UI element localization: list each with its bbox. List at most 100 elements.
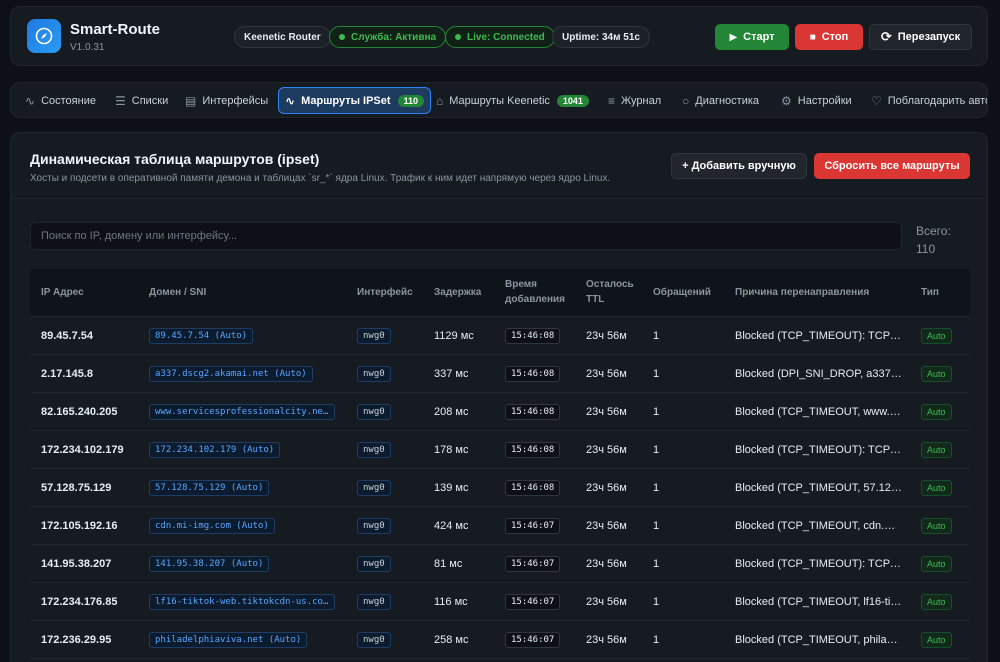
ipset-panel: Динамическая таблица маршрутов (ipset) Х…: [10, 132, 988, 662]
interface-tag: nwg0: [357, 518, 391, 534]
tab-diagnostics[interactable]: ○ Диагностика: [676, 87, 765, 114]
server-icon: ▤: [185, 93, 197, 108]
tab-status[interactable]: ∿ Состояние: [19, 87, 102, 114]
tab-ipset-routes[interactable]: ∿ Маршруты IPSet 110: [278, 87, 432, 114]
latency-cell-container: 337 мс: [434, 355, 468, 393]
ip-cell: 57.128.75.129: [41, 482, 112, 494]
interface-tag: nwg0: [357, 556, 391, 572]
table-row[interactable]: 89.45.7.54 89.45.7.54 (Auto) nwg0 1129 мс 15…: [30, 317, 970, 355]
tab-settings[interactable]: ⚙ Настройки: [775, 87, 858, 114]
hits-cell: 1: [653, 406, 660, 418]
reason-cell-container: Blocked (TCP_TIMEOUT, 57.128.75.129): [735, 469, 903, 507]
table-row[interactable]: 141.95.38.207 141.95.38.207 (Auto) nwg0 81 …: [30, 545, 970, 583]
hits-cell-container: 1: [653, 545, 659, 583]
app-title: Smart-Route: [70, 21, 161, 38]
latency-cell: 1129 мс: [434, 330, 474, 342]
latency-cell-container: 424 мс: [434, 507, 468, 545]
tab-interfaces[interactable]: ▤ Интерфейсы: [179, 87, 274, 114]
tab-log[interactable]: ≡ Журнал: [602, 87, 667, 114]
latency-cell-container: 116 мс: [434, 583, 468, 621]
domain-tag-container: a337.dscg2.akamai.net (Auto): [149, 355, 313, 393]
app-version: V1.0.31: [70, 42, 105, 53]
hits-cell: 1: [653, 444, 660, 456]
stop-button[interactable]: ■ Стоп: [795, 24, 863, 50]
latency-cell: 258 мс: [434, 634, 469, 646]
list-icon: ☰: [115, 93, 126, 108]
col-interface: Интерфейс: [357, 287, 413, 298]
reason-cell-container: Blocked (TCP_TIMEOUT, cdn.mi-img.com): [735, 507, 903, 545]
hits-cell: 1: [653, 330, 660, 342]
table-row[interactable]: 2.17.145.8 a337.dscg2.akamai.net (Auto) nw…: [30, 355, 970, 393]
uptime-badge: Uptime: 34м 51с: [552, 26, 650, 48]
hits-cell-container: 1: [653, 393, 659, 431]
reason-cell-container: Blocked (TCP_TIMEOUT): TCP connect timeo…: [735, 317, 903, 355]
search-icon: ○: [682, 93, 690, 108]
ttl-cell-container: 23ч 56м: [586, 621, 627, 659]
ip-cell-container: 82.165.240.205: [41, 393, 117, 431]
tab-thanks[interactable]: ♡Поблагодарить автора: [865, 87, 987, 114]
table-row[interactable]: 172.236.29.95 philadelphiaviva.net (Auto)…: [30, 621, 970, 659]
add-route-button[interactable]: + Добавить вручную: [671, 153, 807, 179]
ttl-cell-container: 23ч 56м: [586, 469, 627, 507]
tab-lists[interactable]: ☰ Списки: [109, 87, 174, 114]
ttl-cell: 23ч 56м: [586, 558, 627, 570]
domain-tag: 172.234.102.179 (Auto): [149, 442, 281, 458]
type-badge-container: Auto: [921, 317, 952, 355]
reason-cell-container: Blocked (TCP_TIMEOUT, lf16-tiktok-web.ti…: [735, 583, 903, 621]
live-status-badge: Live: Connected: [445, 26, 555, 48]
search-input[interactable]: [30, 222, 902, 250]
interface-tag: nwg0: [357, 594, 391, 610]
domain-tag: philadelphiaviva.net (Auto): [149, 632, 308, 648]
stop-icon: ■: [809, 31, 816, 43]
log-icon: ≡: [608, 93, 616, 108]
col-added: Время добавления: [505, 279, 566, 305]
table-row[interactable]: 57.128.75.129 57.128.75.129 (Auto) nwg0 139…: [30, 469, 970, 507]
domain-tag-container: 141.95.38.207 (Auto): [149, 545, 270, 583]
latency-cell-container: 1129 мс: [434, 317, 474, 355]
latency-cell: 139 мс: [434, 482, 469, 494]
ttl-cell: 23ч 56м: [586, 634, 627, 646]
table-row[interactable]: 172.234.102.179 172.234.102.179 (Auto) nwg…: [30, 431, 970, 469]
domain-tag: 141.95.38.207 (Auto): [149, 556, 270, 572]
type-badge-container: Auto: [921, 545, 952, 583]
reset-routes-button[interactable]: Сбросить все маршруты: [814, 153, 970, 179]
hits-cell: 1: [653, 596, 660, 608]
restart-button[interactable]: ⟳ Перезапуск: [869, 24, 972, 50]
interface-tag-container: nwg0: [357, 355, 391, 393]
table-header: IP Адрес Домен / SNI Интерфейс Задержка …: [30, 269, 970, 317]
table-row[interactable]: 82.165.240.205 www.servicesprofessionalci…: [30, 393, 970, 431]
hits-cell: 1: [653, 368, 660, 380]
domain-tag: cdn.mi-img.com (Auto): [149, 518, 275, 534]
added-time-tag-container: 15:46:07: [505, 621, 561, 659]
ip-cell: 172.105.192.16: [41, 520, 118, 532]
ip-cell-container: 172.234.102.179: [41, 431, 124, 469]
ip-cell-container: 141.95.38.207: [41, 545, 111, 583]
latency-cell-container: 81 мс: [434, 545, 462, 583]
tab-keenetic-routes[interactable]: ⌂ Маршруты Keenetic 1041: [430, 87, 595, 114]
reason-cell-container: Blocked (TCP_TIMEOUT, www.servicesprofes…: [735, 393, 903, 431]
type-badge: Auto: [921, 518, 952, 534]
added-time-tag: 15:46:08: [505, 442, 561, 458]
domain-tag-container: www.servicesprofessionalcity.net (Auto): [149, 393, 335, 431]
hits-cell: 1: [653, 520, 660, 532]
type-badge-container: Auto: [921, 621, 952, 659]
domain-tag: a337.dscg2.akamai.net (Auto): [149, 366, 313, 382]
reason-cell: Blocked (TCP_TIMEOUT): TCP connect timeo…: [735, 444, 903, 456]
compass-icon: [27, 19, 61, 53]
interface-tag: nwg0: [357, 480, 391, 496]
added-time-tag-container: 15:46:08: [505, 431, 561, 469]
table-row[interactable]: 172.234.176.85 lf16-tiktok-web.tiktokcdn-…: [30, 583, 970, 621]
heart-icon: ♡: [871, 93, 882, 108]
added-time-tag-container: 15:46:07: [505, 507, 561, 545]
panel-subtitle: Хосты и подсети в оперативной памяти дем…: [30, 173, 611, 184]
added-time-tag: 15:46:08: [505, 404, 561, 420]
table-row[interactable]: 172.105.192.16 cdn.mi-img.com (Auto) nwg0 4…: [30, 507, 970, 545]
interface-tag-container: nwg0: [357, 583, 391, 621]
ttl-cell: 23ч 56м: [586, 330, 627, 342]
start-button[interactable]: ▶ Старт: [715, 24, 789, 50]
latency-cell: 208 мс: [434, 406, 469, 418]
ttl-cell: 23ч 56м: [586, 406, 627, 418]
reason-cell: Blocked (TCP_TIMEOUT): TCP connect timeo…: [735, 330, 903, 342]
latency-cell: 424 мс: [434, 520, 469, 532]
added-time-tag: 15:46:08: [505, 480, 561, 496]
